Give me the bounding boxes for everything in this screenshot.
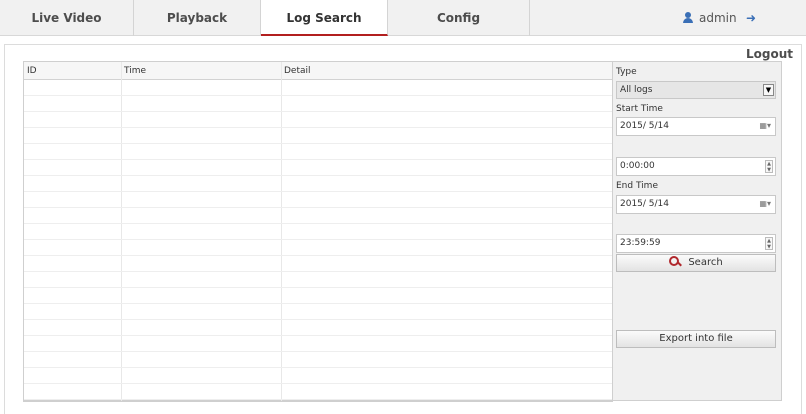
table-row [24,352,612,368]
end-date-value: 2015/ 5/14 [620,199,670,209]
start-time-input[interactable]: 0:00:00 ▲ ▼ [616,157,776,176]
table-header: ID Time Detail [24,62,612,80]
type-select[interactable]: All logs ▼ [616,81,776,99]
log-table: ID Time Detail [23,61,613,401]
dropdown-arrow-icon[interactable]: ▼ [763,84,774,96]
table-row [24,208,612,224]
table-row [24,176,612,192]
table-row [24,192,612,208]
logout-icon: ➜ [746,11,757,25]
calendar-icon[interactable]: ▦▾ [759,200,771,208]
tab-config[interactable]: Config [388,0,530,36]
table-row [24,112,612,128]
username: admin [699,11,737,25]
table-row [24,128,612,144]
table-bottom-border [23,401,613,402]
tab-log-search[interactable]: Log Search [261,0,388,36]
table-row [24,160,612,176]
end-time-value: 23:59:59 [620,238,661,248]
table-row [24,336,612,352]
top-navigation-bar: Live Video Playback Log Search Config ad… [0,0,806,61]
table-body [24,80,612,401]
user-icon [683,12,693,23]
start-time-value: 0:00:00 [620,161,655,171]
start-date-picker[interactable]: 2015/ 5/14 ▦▾ [616,117,776,136]
export-button[interactable]: Export into file [616,330,776,348]
export-button-label: Export into file [659,333,733,344]
search-button[interactable]: Search [616,254,776,272]
end-time-input[interactable]: 23:59:59 ▲ ▼ [616,234,776,253]
start-time-label: Start Time [616,104,663,114]
table-row [24,240,612,256]
spinner-icon[interactable]: ▲ ▼ [765,237,773,250]
calendar-icon[interactable]: ▦▾ [759,122,771,130]
table-row [24,368,612,384]
table-row [24,272,612,288]
column-header-detail[interactable]: Detail [281,62,311,80]
table-row [24,224,612,240]
user-area[interactable]: admin [683,0,737,36]
start-date-value: 2015/ 5/14 [620,121,670,131]
table-row [24,288,612,304]
column-header-id[interactable]: ID [24,62,37,80]
search-icon [669,256,680,266]
table-row [24,304,612,320]
table-row [24,144,612,160]
spinner-icon[interactable]: ▲ ▼ [765,160,773,173]
logout-button[interactable]: ➜Logout [746,0,806,61]
type-label: Type [616,67,637,77]
end-time-label: End Time [616,181,658,191]
type-select-value: All logs [620,85,653,95]
table-row [24,80,612,96]
column-header-time[interactable]: Time [121,62,146,80]
table-row [24,256,612,272]
table-row [24,320,612,336]
table-row [24,384,612,400]
tab-playback[interactable]: Playback [134,0,261,36]
search-button-label: Search [688,257,723,268]
end-date-picker[interactable]: 2015/ 5/14 ▦▾ [616,195,776,214]
table-row [24,96,612,112]
tab-live-video[interactable]: Live Video [0,0,134,36]
